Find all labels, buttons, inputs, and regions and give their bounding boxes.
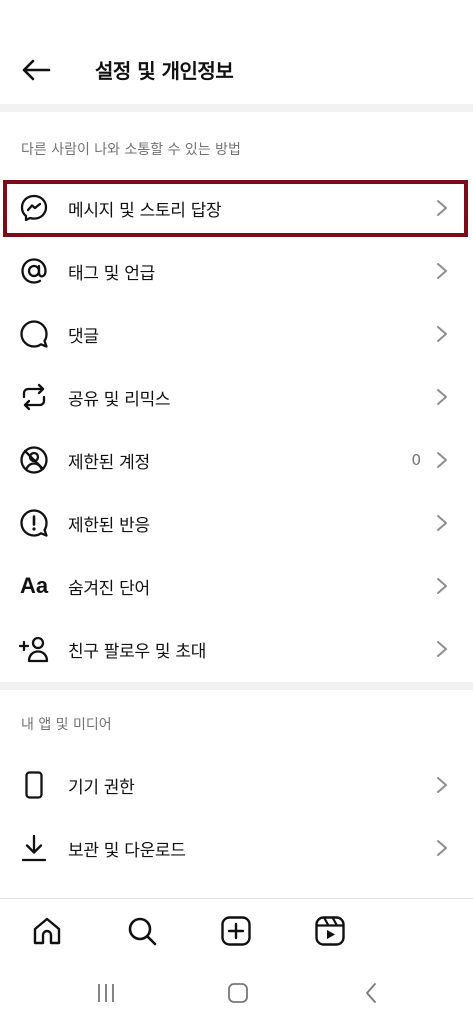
chevron-right-icon bbox=[437, 452, 447, 468]
chevron-right-icon bbox=[437, 578, 447, 594]
nav-reels[interactable] bbox=[312, 913, 348, 949]
row-comments[interactable]: 댓글 bbox=[0, 303, 473, 365]
row-label: 기기 권한 bbox=[68, 777, 135, 798]
section-divider bbox=[0, 682, 473, 690]
top-header: 설정 및 개인정보 bbox=[0, 0, 473, 104]
chevron-right-icon bbox=[437, 263, 447, 279]
row-label: 메시지 및 스토리 답장 bbox=[68, 200, 222, 221]
back-button[interactable] bbox=[18, 52, 54, 88]
row-label: 보관 및 다운로드 bbox=[68, 840, 186, 861]
row-tags-mentions[interactable]: 태그 및 언급 bbox=[0, 240, 473, 302]
share-remix-icon bbox=[18, 381, 50, 413]
row-messages-story-replies[interactable]: 메시지 및 스토리 답장 bbox=[0, 177, 473, 239]
system-nav-bar bbox=[0, 962, 473, 1024]
section-header: 내 앱 및 미디어 bbox=[21, 717, 112, 733]
nav-home[interactable] bbox=[29, 913, 65, 949]
home-square-icon bbox=[228, 983, 248, 1003]
arrow-left-icon bbox=[22, 59, 51, 81]
restricted-count: 0 bbox=[411, 451, 421, 469]
row-label: 제한된 반응 bbox=[68, 515, 150, 536]
back-system-button[interactable] bbox=[357, 978, 387, 1008]
nav-create[interactable] bbox=[218, 913, 254, 949]
row-share-remix[interactable]: 공유 및 리믹스 bbox=[0, 366, 473, 428]
reels-icon bbox=[315, 916, 345, 946]
chevron-left-icon bbox=[366, 983, 376, 1003]
home-system-button[interactable] bbox=[223, 978, 253, 1008]
section-divider bbox=[0, 104, 473, 112]
phone-icon bbox=[18, 769, 50, 801]
row-label: 숨겨진 단어 bbox=[68, 578, 150, 599]
page-title: 설정 및 개인정보 bbox=[95, 59, 234, 83]
hidden-words-icon: Aa bbox=[18, 570, 50, 602]
comment-icon bbox=[18, 318, 50, 350]
row-device-permissions[interactable]: 기기 권한 bbox=[0, 754, 473, 816]
chevron-right-icon bbox=[437, 389, 447, 405]
chevron-right-icon bbox=[437, 840, 447, 856]
chevron-right-icon bbox=[437, 777, 447, 793]
row-hidden-words[interactable]: Aa 숨겨진 단어 bbox=[0, 555, 473, 617]
home-icon bbox=[33, 917, 61, 945]
recent-apps-icon bbox=[98, 984, 114, 1002]
row-limited-interactions[interactable]: 제한된 반응 bbox=[0, 492, 473, 554]
row-label: 친구 팔로우 및 초대 bbox=[68, 641, 207, 662]
messenger-icon bbox=[18, 192, 50, 224]
recent-apps-button[interactable] bbox=[91, 978, 121, 1008]
bottom-nav bbox=[0, 898, 473, 963]
at-sign-icon bbox=[18, 255, 50, 287]
restricted-account-icon bbox=[18, 444, 50, 476]
search-icon bbox=[128, 917, 157, 946]
download-icon bbox=[18, 832, 50, 864]
chevron-right-icon bbox=[437, 200, 447, 216]
row-archive-downloads[interactable]: 보관 및 다운로드 bbox=[0, 817, 473, 879]
plus-square-icon bbox=[221, 916, 251, 946]
section-header: 다른 사람이 나와 소통할 수 있는 방법 bbox=[21, 142, 241, 158]
chevron-right-icon bbox=[437, 641, 447, 657]
nav-search[interactable] bbox=[124, 913, 160, 949]
hidden-words-glyph: Aa bbox=[19, 573, 49, 598]
row-label: 제한된 계정 bbox=[68, 452, 150, 473]
row-label: 공유 및 리믹스 bbox=[68, 389, 171, 410]
add-friend-icon bbox=[18, 633, 50, 665]
row-restricted-accounts[interactable]: 제한된 계정 0 bbox=[0, 429, 473, 491]
row-label: 댓글 bbox=[68, 326, 99, 347]
chevron-right-icon bbox=[437, 515, 447, 531]
chevron-right-icon bbox=[437, 326, 447, 342]
alert-bubble-icon bbox=[18, 507, 50, 539]
row-label: 태그 및 언급 bbox=[68, 263, 155, 284]
row-follow-invite-friends[interactable]: 친구 팔로우 및 초대 bbox=[0, 618, 473, 680]
